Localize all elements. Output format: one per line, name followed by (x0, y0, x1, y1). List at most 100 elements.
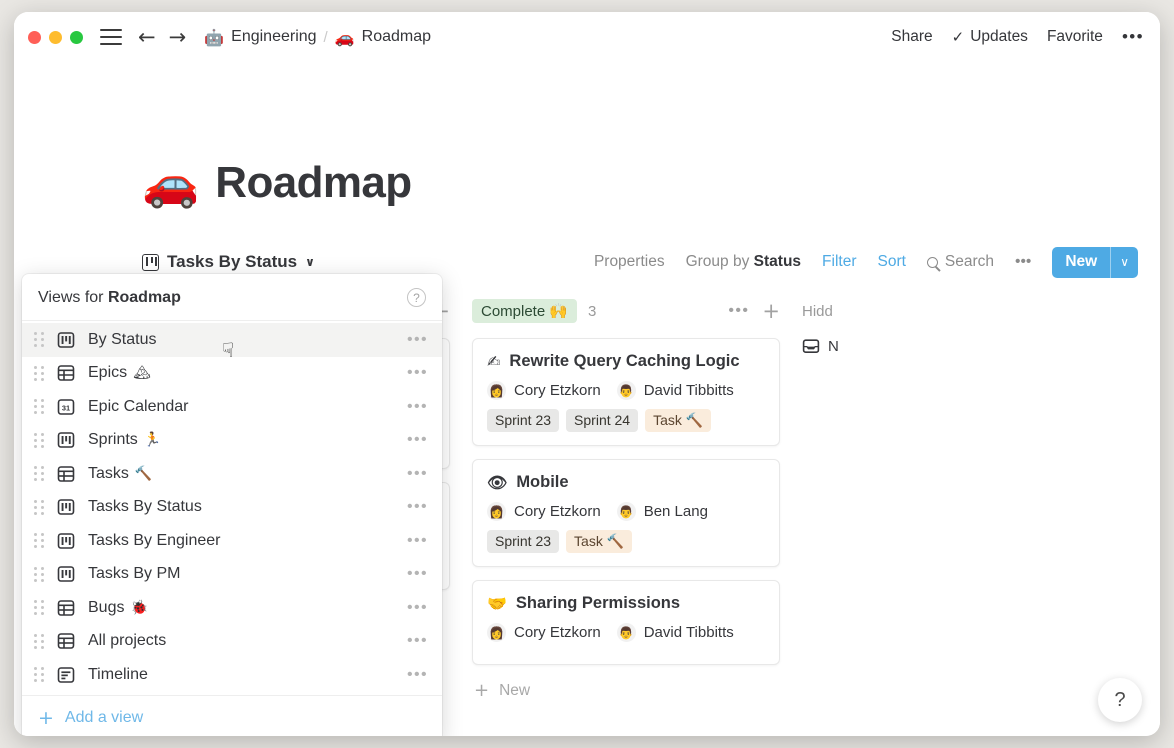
view-row-menu-icon[interactable]: ••• (407, 565, 428, 583)
drag-handle-icon[interactable] (34, 634, 45, 649)
drag-handle-icon[interactable] (34, 399, 45, 414)
card-tag[interactable]: Task 🔨 (566, 530, 632, 553)
add-card-button[interactable]: +New (472, 678, 780, 704)
new-button-chevron-down-icon[interactable]: ∨ (1111, 247, 1138, 278)
view-tools: Properties Group by Status Filter Sort S… (594, 247, 1138, 278)
forward-arrow-icon[interactable]: → (169, 27, 187, 48)
view-row-menu-icon[interactable]: ••• (407, 465, 428, 483)
view-row-label: All projects (88, 632, 166, 650)
drag-handle-icon[interactable] (34, 600, 45, 615)
view-row-all-projects[interactable]: All projects ••• (22, 625, 442, 659)
properties-button[interactable]: Properties (594, 253, 665, 271)
help-fab-button[interactable]: ? (1098, 678, 1142, 722)
card-tags: Sprint 23 Task 🔨 (487, 530, 765, 553)
views-dropdown-panel: Views for Roadmap ? By Status•••Epics🏔••… (22, 274, 442, 736)
add-view-button[interactable]: + Add a view (22, 695, 442, 737)
assignee: 👩Cory Etzkorn (487, 502, 601, 521)
close-window-button[interactable] (28, 31, 41, 44)
status-badge[interactable]: Complete 🙌 (472, 299, 577, 323)
drag-handle-icon[interactable] (34, 567, 45, 582)
board-card[interactable]: ✍Rewrite Query Caching Logic👩Cory Etzkor… (472, 338, 780, 446)
breadcrumb-separator: / (324, 29, 328, 46)
new-button[interactable]: New ∨ (1052, 247, 1138, 278)
view-row-menu-icon[interactable]: ••• (407, 532, 428, 550)
view-row-epics[interactable]: Epics🏔 ••• (22, 357, 442, 391)
view-row-tasks-by-pm[interactable]: Tasks By PM••• (22, 558, 442, 592)
sort-button[interactable]: Sort (877, 253, 905, 271)
view-row-timeline[interactable]: Timeline ••• (22, 658, 442, 692)
board-card[interactable]: 🤝Sharing Permissions👩Cory Etzkorn👨David … (472, 580, 780, 665)
view-row-tasks-by-engineer[interactable]: Tasks By Engineer••• (22, 524, 442, 558)
view-row-label: Epics🏔 (88, 364, 151, 382)
share-button[interactable]: Share (891, 28, 932, 46)
card-tag[interactable]: Task 🔨 (645, 409, 711, 432)
card-tag[interactable]: Sprint 23 (487, 409, 559, 432)
search-label: Search (945, 253, 994, 271)
view-row-sprints[interactable]: Sprints🏃••• (22, 424, 442, 458)
view-row-emoji: 🐞 (130, 600, 147, 616)
view-row-menu-icon[interactable]: ••• (407, 398, 428, 416)
sidebar-toggle-icon[interactable] (100, 29, 122, 45)
hidden-column-item[interactable]: N (802, 338, 900, 355)
svg-text:31: 31 (62, 403, 70, 412)
current-view-selector[interactable]: Tasks By Status ∨ (142, 252, 315, 272)
updates-button[interactable]: ✓ Updates (952, 28, 1028, 46)
robot-icon: 🤖 (204, 28, 224, 47)
view-row-text: Epics (88, 364, 127, 382)
card-assignees: 👩Cory Etzkorn👨Ben Lang (487, 502, 765, 521)
avatar: 👩 (487, 381, 506, 400)
back-arrow-icon[interactable]: ← (138, 27, 156, 48)
drag-handle-icon[interactable] (34, 332, 45, 347)
card-title-text: Sharing Permissions (516, 594, 680, 613)
view-row-tasks-by-status[interactable]: Tasks By Status••• (22, 491, 442, 525)
hidden-column-label: Hidd (802, 303, 833, 320)
chevron-down-icon: ∨ (305, 255, 315, 269)
view-row-label: By Status (88, 331, 156, 349)
view-row-text: Epic Calendar (88, 398, 189, 416)
view-row-menu-icon[interactable]: ••• (407, 431, 428, 449)
view-row-bugs[interactable]: Bugs🐞••• (22, 591, 442, 625)
view-row-label: Tasks🔨 (88, 465, 152, 483)
board-card[interactable]: 👁Mobile👩Cory Etzkorn👨Ben LangSprint 23Ta… (472, 459, 780, 567)
assignee-name: Cory Etzkorn (514, 624, 601, 641)
drag-handle-icon[interactable] (34, 500, 45, 515)
page-car-icon: 🚗 (142, 160, 199, 206)
board-icon (57, 431, 75, 449)
card-assignees: 👩Cory Etzkorn👨David Tibbitts (487, 381, 765, 400)
view-row-tasks[interactable]: Tasks🔨 ••• (22, 457, 442, 491)
card-tag[interactable]: Sprint 23 (487, 530, 559, 553)
search-button[interactable]: Search (927, 253, 994, 271)
view-row-menu-icon[interactable]: ••• (407, 364, 428, 382)
drag-handle-icon[interactable] (34, 433, 45, 448)
breadcrumb-item-roadmap[interactable]: Roadmap (362, 28, 431, 46)
views-list: By Status•••Epics🏔•••31Epic Calendar•••S… (22, 321, 442, 695)
more-options-icon[interactable]: ••• (1122, 27, 1144, 47)
minimize-window-button[interactable] (49, 31, 62, 44)
drag-handle-icon[interactable] (34, 667, 45, 682)
avatar-face-icon: 👩 (487, 502, 506, 521)
view-row-label: Timeline (88, 666, 148, 684)
card-title: 🤝Sharing Permissions (487, 594, 765, 613)
view-row-menu-icon[interactable]: ••• (407, 498, 428, 516)
maximize-window-button[interactable] (70, 31, 83, 44)
card-tag[interactable]: Sprint 24 (566, 409, 638, 432)
view-row-menu-icon[interactable]: ••• (407, 331, 428, 349)
view-more-icon[interactable]: ••• (1015, 253, 1031, 271)
view-row-menu-icon[interactable]: ••• (407, 666, 428, 684)
drag-handle-icon[interactable] (34, 466, 45, 481)
filter-button[interactable]: Filter (822, 253, 856, 271)
help-icon[interactable]: ? (407, 288, 426, 307)
drag-handle-icon[interactable] (34, 533, 45, 548)
group-by-button[interactable]: Group by Status (686, 253, 801, 271)
view-row-epic-calendar[interactable]: 31 Epic Calendar ••• (22, 390, 442, 424)
group-by-prefix: Group by (686, 253, 754, 270)
column-add-icon[interactable]: + (762, 301, 780, 322)
view-row-menu-icon[interactable]: ••• (407, 632, 428, 650)
column-menu-icon[interactable]: ••• (728, 302, 749, 320)
favorite-button[interactable]: Favorite (1047, 28, 1103, 46)
view-row-by-status[interactable]: By Status ••• (22, 323, 442, 357)
view-row-menu-icon[interactable]: ••• (407, 599, 428, 617)
breadcrumb-item-engineering[interactable]: Engineering (231, 28, 316, 46)
drag-handle-icon[interactable] (34, 366, 45, 381)
table-icon (57, 599, 75, 617)
